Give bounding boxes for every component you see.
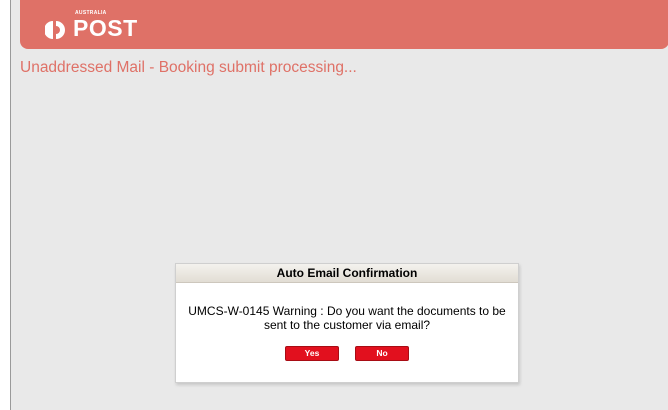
dialog-button-row: Yes No: [176, 346, 518, 361]
yes-button[interactable]: Yes: [285, 346, 339, 361]
no-button[interactable]: No: [355, 346, 409, 361]
dialog-message: UMCS-W-0145 Warning : Do you want the do…: [188, 304, 506, 332]
australia-post-logo: AUSTRALIA POST: [44, 10, 137, 44]
australia-post-logo-icon: [44, 20, 65, 40]
logo-big-text: POST: [73, 15, 138, 41]
dialog-title: Auto Email Confirmation: [176, 264, 518, 283]
app-frame: AUSTRALIA POST Unaddressed Mail - Bookin…: [10, 0, 668, 410]
page-title: Unaddressed Mail - Booking submit proces…: [20, 59, 357, 76]
auto-email-confirmation-dialog: Auto Email Confirmation UMCS-W-0145 Warn…: [175, 263, 519, 383]
header-bar: AUSTRALIA POST: [20, 0, 668, 49]
